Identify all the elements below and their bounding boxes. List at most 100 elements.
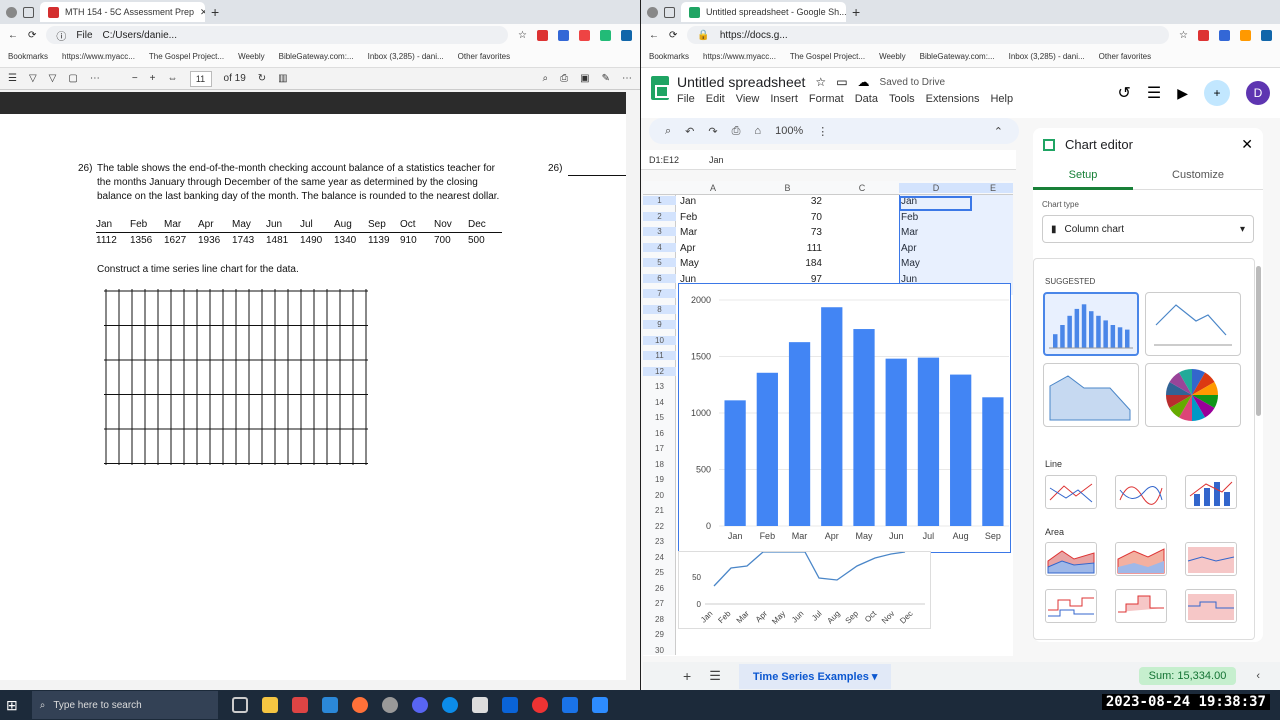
cell-b[interactable]: 111 [750, 243, 822, 254]
back-icon[interactable]: ← [649, 30, 659, 41]
bookmark-item[interactable]: Inbox (3,285) - dani... [1009, 52, 1085, 61]
col-header[interactable]: B [750, 183, 825, 193]
row-header[interactable]: 6 [643, 273, 676, 283]
zoom-in-icon[interactable]: + [150, 73, 156, 84]
bookmark-item[interactable]: The Gospel Project... [149, 52, 224, 61]
contents-icon[interactable]: ☰ [8, 73, 17, 84]
cell-b[interactable]: 184 [750, 258, 822, 269]
print-icon[interactable]: ⎙ [732, 125, 741, 138]
cell-a[interactable]: May [680, 258, 699, 269]
close-icon[interactable]: ✕ [1241, 136, 1253, 153]
move-folder-icon[interactable]: ▭ [836, 75, 847, 89]
star-icon[interactable]: ☆ [815, 75, 826, 89]
chrome-icon[interactable] [531, 697, 548, 713]
tab-pdf[interactable]: MTH 154 - 5C Assessment Prep ✕ [40, 2, 205, 22]
row-header[interactable]: 5 [643, 258, 676, 267]
rotate-icon[interactable]: ↻ [258, 73, 266, 84]
menu-file[interactable]: File [677, 93, 695, 105]
two-page-icon[interactable]: ▥ [278, 73, 287, 84]
row-header[interactable]: 16 [643, 429, 676, 438]
tab-setup[interactable]: Setup [1033, 169, 1133, 190]
bookmark-item[interactable]: https://www.myacc... [703, 52, 776, 61]
new-tab-icon[interactable]: + [852, 4, 860, 20]
windows-start-icon[interactable]: ⊞ [6, 697, 18, 714]
row-header[interactable]: 23 [643, 537, 676, 546]
row-header[interactable]: 11 [643, 351, 676, 360]
cell-a[interactable]: Mar [680, 227, 697, 238]
column-chart[interactable]: 0 500 1000 1500 2000 Jan Feb Mar Apr May Jun Jul Aug… [678, 283, 1011, 553]
col-header[interactable]: C [825, 183, 899, 193]
bing-icon[interactable] [621, 29, 632, 41]
col-header[interactable]: E [973, 183, 1013, 193]
save-as-icon[interactable]: ✎ [602, 73, 610, 84]
discord-icon[interactable] [411, 697, 428, 713]
row-header[interactable]: 26 [643, 584, 676, 593]
more-icon[interactable]: ⋮ [817, 125, 828, 138]
outlook-icon[interactable] [501, 697, 518, 713]
app-icon-3[interactable] [381, 697, 398, 713]
bookmark-item[interactable]: BibleGateway.com:... [920, 52, 995, 61]
file-explorer-icon[interactable] [261, 697, 278, 713]
bookmark-item[interactable]: Inbox (3,285) - dani... [368, 52, 444, 61]
snipping-icon[interactable] [471, 697, 488, 713]
task-view-icon[interactable] [231, 697, 248, 713]
row-header[interactable]: 15 [643, 413, 676, 422]
sheets-logo-icon[interactable] [651, 76, 669, 100]
stepped-area-option[interactable] [1045, 589, 1097, 623]
extension-icon-3[interactable] [600, 29, 611, 41]
app-icon[interactable] [291, 697, 308, 713]
redo-icon[interactable]: ↷ [708, 125, 717, 138]
cell-b[interactable]: 32 [750, 196, 822, 207]
sum-indicator[interactable]: Sum: 15,334.00 [1138, 667, 1237, 685]
share-button[interactable]: + [1204, 80, 1230, 106]
row-header[interactable]: 20 [643, 491, 676, 500]
menu-tools[interactable]: Tools [889, 93, 915, 105]
new-tab-icon[interactable]: + [211, 4, 219, 20]
100-stacked-area-option[interactable] [1185, 542, 1237, 576]
cell-b[interactable]: 70 [750, 212, 822, 223]
address-input[interactable]: ⓘ File C:/Users/danie... [46, 26, 509, 44]
page-view-icon[interactable]: ▢ [68, 73, 77, 84]
search-icon[interactable]: ⌕ [543, 73, 549, 84]
stacked-stepped-area-option[interactable] [1115, 589, 1167, 623]
name-box[interactable]: D1:E12 [649, 155, 679, 165]
row-header[interactable]: 19 [643, 475, 676, 484]
row-header[interactable]: 3 [643, 227, 676, 236]
row-header[interactable]: 22 [643, 522, 676, 531]
row-header[interactable]: 29 [643, 630, 676, 639]
row-header[interactable]: 30 [643, 646, 676, 655]
draw-icon[interactable]: ▽ [49, 73, 57, 84]
collapse-sidebar-icon[interactable]: ‹ [1256, 670, 1260, 682]
star-icon[interactable]: ☆ [1179, 30, 1188, 41]
search-icon[interactable]: ⌕ [665, 125, 671, 138]
smooth-line-chart-option[interactable] [1115, 475, 1167, 509]
stacked-area-option[interactable] [1115, 542, 1167, 576]
meet-icon[interactable]: ▶ [1177, 85, 1188, 102]
row-header[interactable]: 2 [643, 211, 676, 221]
row-header[interactable]: 24 [643, 553, 676, 562]
zoom-out-icon[interactable]: − [132, 73, 138, 84]
menu-view[interactable]: View [736, 93, 760, 105]
tab-customize[interactable]: Customize [1133, 169, 1263, 190]
undo-icon[interactable]: ↶ [685, 125, 694, 138]
bookmark-item[interactable]: Bookmarks [649, 52, 689, 61]
row-header[interactable]: 28 [643, 615, 676, 624]
suggested-pie-chart[interactable] [1145, 363, 1241, 427]
zoom-select[interactable]: 100% [775, 125, 803, 137]
area-chart-option[interactable] [1045, 542, 1097, 576]
line-chart-option[interactable] [1045, 475, 1097, 509]
bookmark-item[interactable]: https://www.myacc... [62, 52, 135, 61]
row-header[interactable]: 8 [643, 304, 676, 314]
extension-icon-2[interactable] [579, 29, 590, 41]
menu-help[interactable]: Help [990, 93, 1013, 105]
profile-icon[interactable] [647, 6, 658, 18]
paint-format-icon[interactable]: ⌂ [754, 125, 761, 137]
row-header[interactable]: 25 [643, 568, 676, 577]
highlight-icon[interactable]: ▽ [29, 73, 37, 84]
all-sheets-icon[interactable]: ☰ [709, 668, 721, 684]
history-icon[interactable]: ↺ [1117, 83, 1130, 103]
col-header[interactable]: A [676, 183, 750, 193]
row-header[interactable]: 21 [643, 506, 676, 515]
dropdown-scrollbar[interactable] [1256, 266, 1261, 416]
menu-format[interactable]: Format [809, 93, 844, 105]
